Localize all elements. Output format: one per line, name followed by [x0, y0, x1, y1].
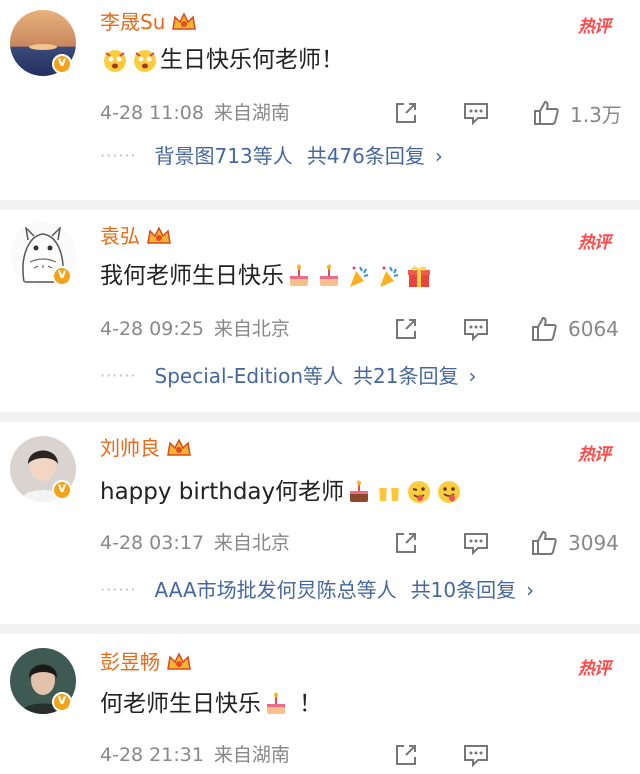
- reply-button[interactable]: [462, 528, 490, 558]
- comment-feed: 李晟Su 热评 生日快乐何老师！ 4-28 11:08 来自湖南 1.3万 ···…: [0, 0, 640, 774]
- comment-time: 4-28 11:08: [100, 102, 204, 124]
- like-button[interactable]: 3094: [530, 528, 619, 558]
- confetti-emoji: [380, 266, 399, 287]
- hot-comment-label: 热评: [578, 659, 611, 679]
- chevron-right-icon: ›: [526, 578, 535, 602]
- comment-icon: [464, 103, 488, 126]
- like-button[interactable]: 6064: [530, 314, 619, 344]
- username[interactable]: 袁弘: [100, 222, 140, 250]
- thumbs-up-icon: [534, 100, 559, 125]
- view-replies-link[interactable]: ······ Special-Edition等人 共21条回复 ›: [100, 362, 476, 390]
- share-icon: [396, 319, 416, 339]
- verified-badge-icon: [52, 54, 72, 74]
- verified-badge-icon: [52, 480, 72, 500]
- comment-meta: 4-28 21:31 来自湖南: [100, 742, 290, 768]
- comment-card: 袁弘 热评 我何老师生日快乐 4-28 09:25 来自北京 6064: [0, 210, 640, 412]
- comment-icon: [464, 745, 488, 768]
- cake-emoji: [350, 480, 369, 502]
- comment-text: 何老师生日快乐: [100, 691, 261, 717]
- verified-badge-icon: [52, 266, 72, 286]
- comment-text-row: happy birthday何老师: [100, 476, 464, 508]
- like-count: 3094: [568, 531, 619, 555]
- confetti-emoji: [350, 266, 369, 287]
- hot-comment-label: 热评: [578, 17, 611, 37]
- comment-time: 4-28 09:25: [100, 318, 204, 340]
- tongue-emoji: [438, 481, 461, 503]
- gift-emoji: [408, 266, 430, 287]
- divider-dots: ······: [100, 366, 137, 385]
- comment-text: 我何老师生日快乐: [100, 263, 284, 289]
- username[interactable]: 李晟Su: [100, 8, 165, 36]
- comment-meta: 4-28 11:08 来自湖南: [100, 100, 290, 126]
- comment-card: 李晟Su 热评 生日快乐何老师！ 4-28 11:08 来自湖南 1.3万 ···…: [0, 0, 640, 200]
- comment-meta: 4-28 03:17 来自北京: [100, 530, 290, 556]
- reply-users: Special-Edition等人: [154, 364, 343, 388]
- comment-card: 刘帅良 热评 happy birthday何老师 4-28 03:17来自北京 …: [0, 422, 640, 624]
- cake-emoji: [290, 264, 308, 286]
- chevron-right-icon: ›: [434, 144, 443, 168]
- cake-emoji: [267, 692, 285, 714]
- share-button[interactable]: [392, 740, 420, 770]
- comment-location: 来自湖南: [213, 102, 290, 124]
- username[interactable]: 刘帅良: [100, 434, 160, 462]
- comment-text-suffix: ！: [299, 691, 322, 717]
- reply-button[interactable]: [462, 314, 490, 344]
- like-button[interactable]: 1.3万: [532, 98, 622, 128]
- view-replies-link[interactable]: ······ 背景图713等人 共476条回复 ›: [100, 142, 443, 170]
- reply-count: 共21条回复: [353, 364, 459, 388]
- comment-meta: 4-28 09:25 来自北京: [100, 316, 290, 342]
- comment-text-row: 何老师生日快乐 ！: [100, 688, 322, 720]
- comment-time: 4-28 03:17: [100, 532, 204, 554]
- awe-face-emoji: [134, 50, 156, 72]
- crown-badge-icon: [167, 652, 191, 670]
- share-icon: [396, 745, 416, 765]
- comment-card: 彭昱畅 热评 何老师生日快乐 ！ 4-28 21:31 来自湖南: [0, 634, 640, 774]
- hot-comment-label: 热评: [578, 233, 611, 253]
- share-button[interactable]: [392, 98, 420, 128]
- wink-tongue-emoji: [408, 481, 431, 503]
- thumbs-up-icon: [532, 530, 557, 555]
- view-replies-link[interactable]: ······ AAA市场批发何炅陈总等人 共10条回复 ›: [100, 576, 534, 604]
- comment-text-row: 我何老师生日快乐: [100, 260, 434, 292]
- awe-face-emoji: [104, 50, 126, 72]
- divider-dots: ······: [100, 146, 137, 165]
- reply-count: 共476条回复: [306, 144, 425, 168]
- comment-location: 来自湖南: [213, 744, 290, 766]
- comment-location: 来自北京: [213, 532, 290, 554]
- comment-icon: [464, 533, 488, 556]
- divider-dots: ······: [100, 580, 137, 599]
- share-button[interactable]: [392, 528, 420, 558]
- reply-button[interactable]: [462, 740, 490, 770]
- reply-count: 共10条回复: [410, 578, 517, 602]
- thumbs-up-icon: [532, 316, 557, 341]
- cake-emoji: [320, 264, 338, 286]
- comment-time: 4-28 21:31: [100, 744, 204, 766]
- share-icon: [396, 533, 416, 553]
- verified-badge-icon: [52, 692, 72, 712]
- comment-text: happy birthday何老师: [100, 479, 345, 505]
- hot-comment-label: 热评: [578, 445, 611, 465]
- reply-button[interactable]: [462, 98, 490, 128]
- like-count: 6064: [568, 317, 619, 341]
- comment-icon: [464, 319, 488, 342]
- like-count: 1.3万: [570, 102, 622, 127]
- comment-location: 来自北京: [213, 318, 290, 340]
- reply-users: 背景图713等人: [154, 144, 293, 168]
- chevron-right-icon: ›: [468, 364, 477, 388]
- comment-text: 生日快乐何老师！: [160, 47, 344, 73]
- share-button[interactable]: [392, 314, 420, 344]
- share-icon: [396, 103, 416, 123]
- comment-text-row: 生日快乐何老师！: [100, 44, 344, 76]
- cheers-emoji: [379, 484, 400, 501]
- username[interactable]: 彭昱畅: [100, 648, 160, 676]
- reply-users: AAA市场批发何炅陈总等人: [154, 578, 397, 602]
- crown-badge-icon: [147, 226, 171, 244]
- crown-badge-icon: [172, 12, 197, 30]
- crown-badge-icon: [167, 438, 191, 456]
